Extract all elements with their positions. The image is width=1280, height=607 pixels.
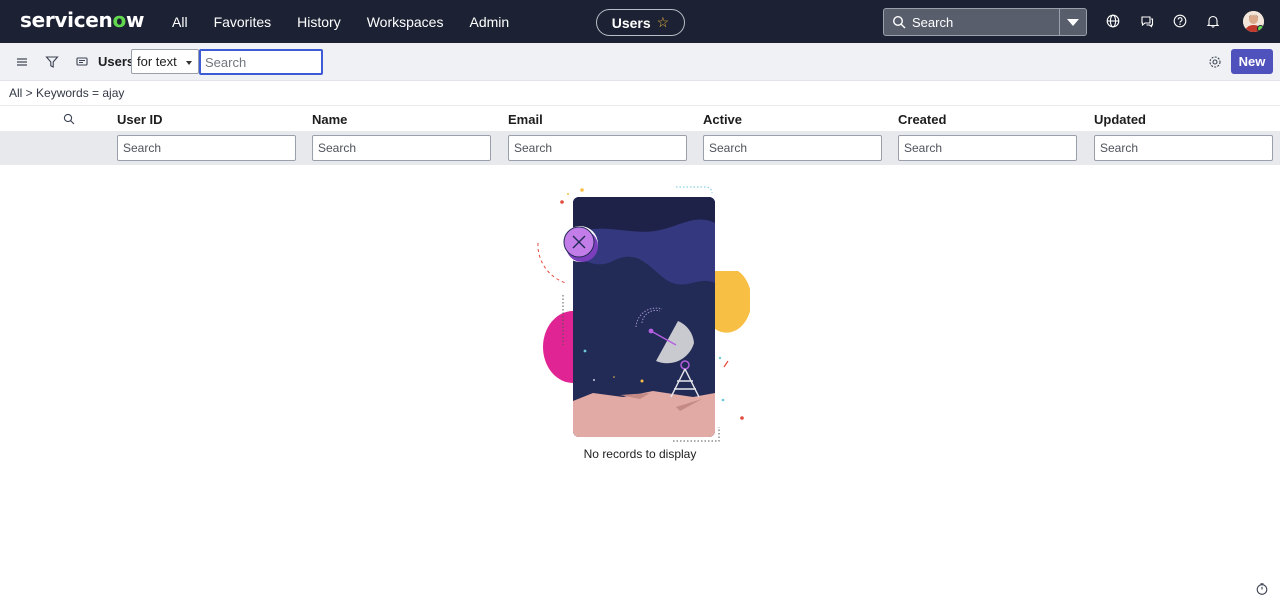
top-navigation: servicenow All Favorites History Workspa…	[0, 0, 1280, 43]
empty-state-illustration	[537, 186, 750, 442]
column-header-name[interactable]: Name	[312, 112, 347, 127]
column-filter-row	[0, 131, 1280, 165]
empty-state-message: No records to display	[583, 447, 697, 461]
global-search[interactable]: Search	[883, 8, 1087, 36]
bell-icon[interactable]	[1206, 14, 1220, 28]
table-header: User ID Name Email Active Created Update…	[0, 105, 1280, 131]
updated-search-input[interactable]	[1094, 135, 1273, 161]
search-divider	[1059, 9, 1060, 35]
search-field-value: for text	[137, 54, 177, 69]
context-title-pill[interactable]: Users ☆	[596, 9, 685, 36]
gear-icon[interactable]	[1208, 55, 1222, 69]
column-header-updated[interactable]: Updated	[1094, 112, 1146, 127]
hamburger-menu-icon[interactable]	[15, 55, 29, 69]
help-icon[interactable]	[1173, 14, 1187, 28]
created-search-input[interactable]	[898, 135, 1077, 161]
filter-icon[interactable]	[45, 55, 59, 69]
list-toolbar: Users for text New	[0, 43, 1280, 81]
column-header-created[interactable]: Created	[898, 112, 946, 127]
servicenow-logo[interactable]: servicenow	[20, 8, 144, 32]
list-search-input[interactable]	[199, 49, 323, 75]
globe-icon[interactable]	[1106, 14, 1120, 28]
search-field-select[interactable]: for text	[131, 49, 199, 74]
user-id-search-input[interactable]	[117, 135, 296, 161]
avatar[interactable]	[1243, 11, 1264, 32]
column-header-active[interactable]: Active	[703, 112, 742, 127]
global-search-placeholder: Search	[912, 15, 954, 30]
new-button[interactable]: New	[1231, 49, 1273, 74]
breadcrumb[interactable]: All > Keywords = ajay	[9, 86, 124, 100]
menu-admin[interactable]: Admin	[469, 14, 509, 30]
search-icon	[892, 15, 906, 29]
menu-favorites[interactable]: Favorites	[214, 14, 272, 30]
chevron-down-icon[interactable]	[1067, 19, 1079, 26]
menu-history[interactable]: History	[297, 14, 341, 30]
search-icon[interactable]	[63, 113, 75, 125]
menu-workspaces[interactable]: Workspaces	[367, 14, 444, 30]
activity-stream-icon[interactable]	[75, 55, 89, 69]
chevron-down-icon	[186, 61, 192, 65]
clock-icon[interactable]	[1256, 583, 1268, 595]
column-header-email[interactable]: Email	[508, 112, 543, 127]
list-title: Users	[98, 54, 135, 69]
main-menu: All Favorites History Workspaces Admin	[172, 0, 535, 43]
column-header-user-id[interactable]: User ID	[117, 112, 163, 127]
chat-icon[interactable]	[1140, 14, 1154, 28]
star-icon[interactable]: ☆	[657, 14, 670, 31]
presence-indicator	[1257, 25, 1264, 32]
context-title: Users	[611, 14, 651, 31]
email-search-input[interactable]	[508, 135, 687, 161]
active-search-input[interactable]	[703, 135, 882, 161]
name-search-input[interactable]	[312, 135, 491, 161]
menu-all[interactable]: All	[172, 14, 188, 30]
